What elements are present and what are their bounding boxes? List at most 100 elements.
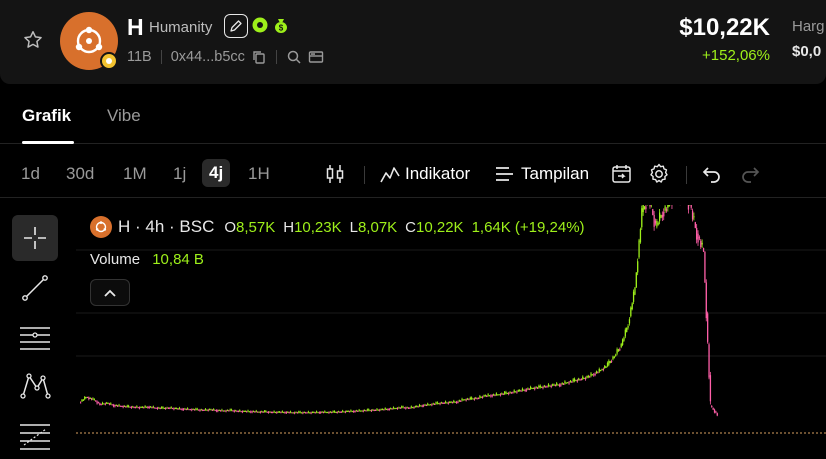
volume-legend: Volume 10,84 B	[90, 251, 204, 268]
indicator-button[interactable]: Indikator	[405, 164, 470, 184]
candle-body	[154, 407, 156, 409]
parallel-lines-tool[interactable]	[12, 315, 58, 361]
timeframe-30d[interactable]: 30d	[66, 164, 94, 184]
candle-body	[206, 409, 208, 411]
candle-body	[174, 408, 176, 410]
tab-vibe[interactable]: Vibe	[107, 106, 141, 126]
candlestick-icon[interactable]	[323, 162, 347, 186]
candle-body	[377, 409, 380, 411]
candle-body	[178, 407, 181, 409]
pattern-tool[interactable]	[12, 363, 58, 409]
candle-body	[597, 372, 599, 374]
candle-body	[137, 407, 139, 409]
candle-body	[80, 402, 82, 404]
candle-body	[254, 411, 256, 413]
candle-body	[256, 411, 259, 413]
candle-body	[653, 215, 655, 227]
tab-grafik[interactable]: Grafik	[22, 106, 71, 126]
candle-body	[642, 205, 644, 213]
candle-body	[322, 412, 325, 414]
candle-body	[111, 404, 113, 406]
replay-calendar-icon[interactable]	[610, 162, 634, 186]
candle-body	[545, 386, 547, 388]
candle-body	[707, 313, 709, 342]
candle-body	[634, 287, 636, 295]
candle-body	[140, 406, 142, 408]
candle-body	[93, 399, 96, 401]
collapse-legend-button[interactable]	[90, 279, 130, 306]
candle-body	[240, 411, 242, 413]
candle-body	[554, 385, 557, 387]
candle-body	[715, 411, 717, 413]
candle-body	[152, 406, 155, 408]
redo-icon[interactable]	[738, 162, 762, 186]
search-icon[interactable]	[286, 49, 302, 65]
candle-body	[270, 412, 273, 414]
undo-icon[interactable]	[700, 162, 724, 186]
candle-body	[310, 412, 312, 414]
price-chart-svg	[76, 205, 826, 434]
chart-toolbar: 1d 30d 1M 1j 4j 1H Indikator Tampilan	[0, 150, 826, 198]
candle-body	[524, 389, 526, 391]
candle-body	[288, 412, 290, 414]
candle-body	[502, 393, 504, 395]
candle-body	[418, 404, 421, 407]
candle-body	[104, 403, 106, 405]
current-price: $10,22K	[679, 14, 770, 41]
candle-body	[582, 376, 584, 379]
candle-body	[226, 410, 229, 412]
candle-body	[395, 408, 397, 410]
candle-body	[189, 409, 192, 411]
timeframe-1d[interactable]: 1d	[21, 164, 40, 184]
crosshair-tool[interactable]	[12, 215, 58, 261]
candle-body	[181, 408, 183, 410]
candle-body	[398, 407, 400, 409]
candle-body	[702, 248, 705, 252]
fib-tool[interactable]	[12, 413, 58, 459]
candle-body	[89, 397, 91, 399]
candle-body	[185, 409, 187, 411]
display-button[interactable]: Tampilan	[521, 164, 589, 184]
token-ticker: H	[127, 14, 144, 40]
price-label-cut: Harg	[792, 18, 825, 35]
candle-body	[494, 394, 496, 396]
candle-body	[443, 402, 445, 404]
candle-body	[628, 319, 631, 324]
candle-body	[171, 408, 174, 410]
trendline-tool[interactable]	[12, 265, 58, 311]
candle-body	[499, 394, 502, 396]
candle-body	[712, 407, 714, 410]
candle-body	[165, 408, 167, 410]
candle-body	[328, 412, 330, 414]
candle-body	[593, 374, 595, 376]
candle-body	[409, 407, 411, 409]
candle-body	[208, 409, 211, 411]
candle-body	[84, 397, 86, 400]
timeframe-1m[interactable]: 1M	[123, 164, 147, 184]
settings-gear-icon[interactable]	[647, 162, 671, 186]
timeframe-1j[interactable]: 1j	[173, 164, 186, 184]
candle-body	[229, 409, 231, 411]
candle-body	[482, 396, 484, 398]
timeframe-1h[interactable]: 1H	[248, 164, 270, 184]
crosshair-icon	[24, 227, 46, 249]
edit-button[interactable]	[224, 14, 248, 38]
candle-body	[355, 410, 358, 412]
candle-body	[133, 407, 135, 409]
candle-body	[318, 412, 321, 414]
indicator-icon[interactable]	[378, 162, 402, 186]
candle-body	[479, 396, 481, 398]
star-icon[interactable]	[22, 29, 44, 51]
display-icon[interactable]	[493, 162, 517, 186]
candle-body	[432, 403, 434, 405]
candle-body	[362, 410, 364, 412]
candle-body	[373, 410, 375, 412]
explorer-icon[interactable]	[308, 49, 324, 65]
copy-icon[interactable]	[251, 49, 267, 65]
candle-body	[177, 408, 179, 410]
gear-badge-icon	[252, 17, 268, 33]
candle-body	[117, 405, 119, 407]
timeframe-4j[interactable]: 4j	[202, 159, 231, 187]
price-chart[interactable]	[76, 205, 826, 459]
candle-body	[708, 344, 710, 378]
